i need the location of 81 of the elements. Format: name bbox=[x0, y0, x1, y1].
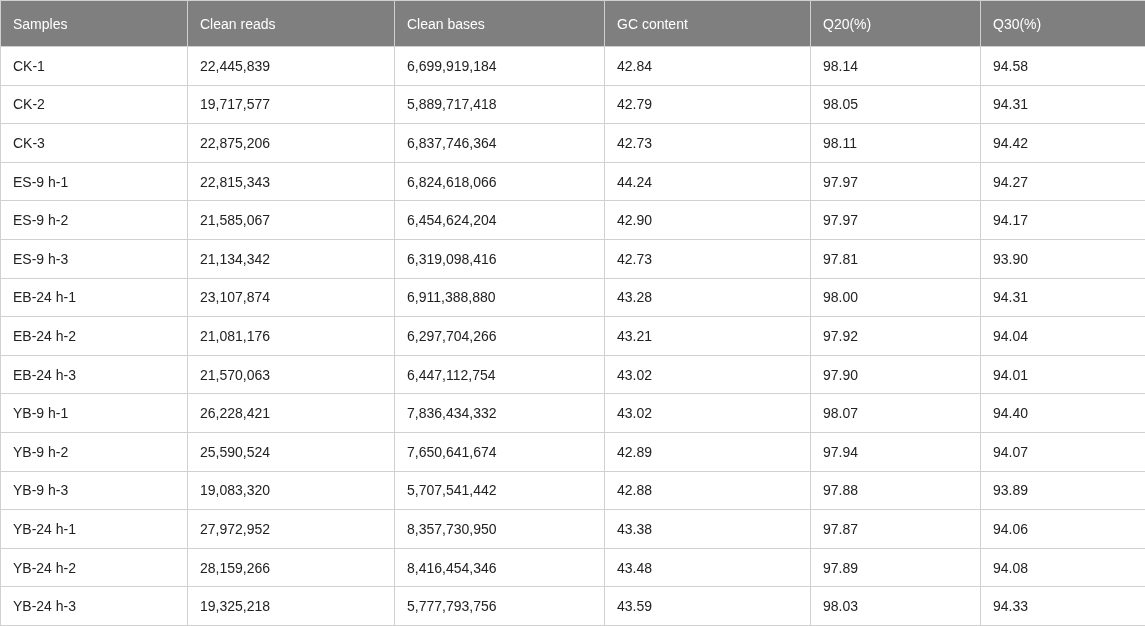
table-cell: 8,416,454,346 bbox=[394, 548, 605, 587]
table-cell: 6,319,098,416 bbox=[394, 239, 605, 279]
table-cell: 25,590,524 bbox=[187, 432, 395, 472]
table-cell: 97.97 bbox=[810, 162, 981, 201]
table-cell: ES-9 h-3 bbox=[0, 239, 188, 279]
table-cell: 97.81 bbox=[810, 239, 981, 279]
table-cell: 6,699,919,184 bbox=[394, 46, 605, 86]
table-cell: 97.89 bbox=[810, 548, 981, 587]
table-cell: CK-1 bbox=[0, 46, 188, 86]
table-cell: 5,707,541,442 bbox=[394, 471, 605, 510]
table-cell: 21,134,342 bbox=[187, 239, 395, 279]
table-cell: YB-9 h-3 bbox=[0, 471, 188, 510]
table-cell: YB-24 h-2 bbox=[0, 548, 188, 587]
table-cell: 43.59 bbox=[604, 586, 811, 626]
table-cell: 43.48 bbox=[604, 548, 811, 587]
table-cell: 22,875,206 bbox=[187, 123, 395, 163]
table-cell: 19,083,320 bbox=[187, 471, 395, 510]
table-cell: CK-2 bbox=[0, 85, 188, 124]
table-cell: 98.07 bbox=[810, 393, 981, 433]
column-header: Q30(%) bbox=[980, 0, 1145, 47]
table-cell: 5,889,717,418 bbox=[394, 85, 605, 124]
table-cell: 28,159,266 bbox=[187, 548, 395, 587]
table-cell: 6,447,112,754 bbox=[394, 355, 605, 394]
table-cell: 97.94 bbox=[810, 432, 981, 472]
table-cell: ES-9 h-2 bbox=[0, 200, 188, 240]
table-cell: 42.90 bbox=[604, 200, 811, 240]
table-cell: 44.24 bbox=[604, 162, 811, 201]
table-cell: 97.87 bbox=[810, 509, 981, 549]
table-cell: 42.73 bbox=[604, 239, 811, 279]
table-cell: YB-9 h-2 bbox=[0, 432, 188, 472]
table-cell: 97.90 bbox=[810, 355, 981, 394]
table-cell: 98.00 bbox=[810, 278, 981, 317]
table-cell: 42.73 bbox=[604, 123, 811, 163]
table-cell: 22,445,839 bbox=[187, 46, 395, 86]
table-cell: 43.28 bbox=[604, 278, 811, 317]
table-cell: 43.21 bbox=[604, 316, 811, 356]
table-cell: 7,836,434,332 bbox=[394, 393, 605, 433]
table-cell: 98.11 bbox=[810, 123, 981, 163]
table-cell: YB-24 h-3 bbox=[0, 586, 188, 626]
table-cell: EB-24 h-2 bbox=[0, 316, 188, 356]
table-cell: CK-3 bbox=[0, 123, 188, 163]
table-cell: 27,972,952 bbox=[187, 509, 395, 549]
table-cell: 21,585,067 bbox=[187, 200, 395, 240]
table-cell: YB-24 h-1 bbox=[0, 509, 188, 549]
table-cell: 43.02 bbox=[604, 393, 811, 433]
table-cell: 42.88 bbox=[604, 471, 811, 510]
table-cell: 42.84 bbox=[604, 46, 811, 86]
column-header: Clean reads bbox=[187, 0, 395, 47]
table-cell: 6,837,746,364 bbox=[394, 123, 605, 163]
table-cell: 43.02 bbox=[604, 355, 811, 394]
table-cell: 97.97 bbox=[810, 200, 981, 240]
table-cell: 98.03 bbox=[810, 586, 981, 626]
table-cell: 7,650,641,674 bbox=[394, 432, 605, 472]
column-header: Q20(%) bbox=[810, 0, 981, 47]
table-cell: 6,911,388,880 bbox=[394, 278, 605, 317]
table-cell: 42.79 bbox=[604, 85, 811, 124]
table-cell: 98.05 bbox=[810, 85, 981, 124]
table-cell: 22,815,343 bbox=[187, 162, 395, 201]
table-cell: 5,777,793,756 bbox=[394, 586, 605, 626]
table-cell: 6,824,618,066 bbox=[394, 162, 605, 201]
column-header: Samples bbox=[0, 0, 188, 47]
table-cell: 21,570,063 bbox=[187, 355, 395, 394]
table-cell: 23,107,874 bbox=[187, 278, 395, 317]
table-cell: 19,325,218 bbox=[187, 586, 395, 626]
table-cell: YB-9 h-1 bbox=[0, 393, 188, 433]
table-cell: 6,297,704,266 bbox=[394, 316, 605, 356]
table-cell: 26,228,421 bbox=[187, 393, 395, 433]
table-cell: 21,081,176 bbox=[187, 316, 395, 356]
table-cell: EB-24 h-3 bbox=[0, 355, 188, 394]
table-cell: 42.89 bbox=[604, 432, 811, 472]
table-cell: 19,717,577 bbox=[187, 85, 395, 124]
table-cell: 97.88 bbox=[810, 471, 981, 510]
table-cell: ES-9 h-1 bbox=[0, 162, 188, 201]
table-cell: 8,357,730,950 bbox=[394, 509, 605, 549]
table-cell: 43.38 bbox=[604, 509, 811, 549]
table-cell: 97.92 bbox=[810, 316, 981, 356]
table-cell: EB-24 h-1 bbox=[0, 278, 188, 317]
column-header: Clean bases bbox=[394, 0, 605, 47]
table-cell: 6,454,624,204 bbox=[394, 200, 605, 240]
column-header: GC content bbox=[604, 0, 811, 47]
table-cell: 98.14 bbox=[810, 46, 981, 86]
